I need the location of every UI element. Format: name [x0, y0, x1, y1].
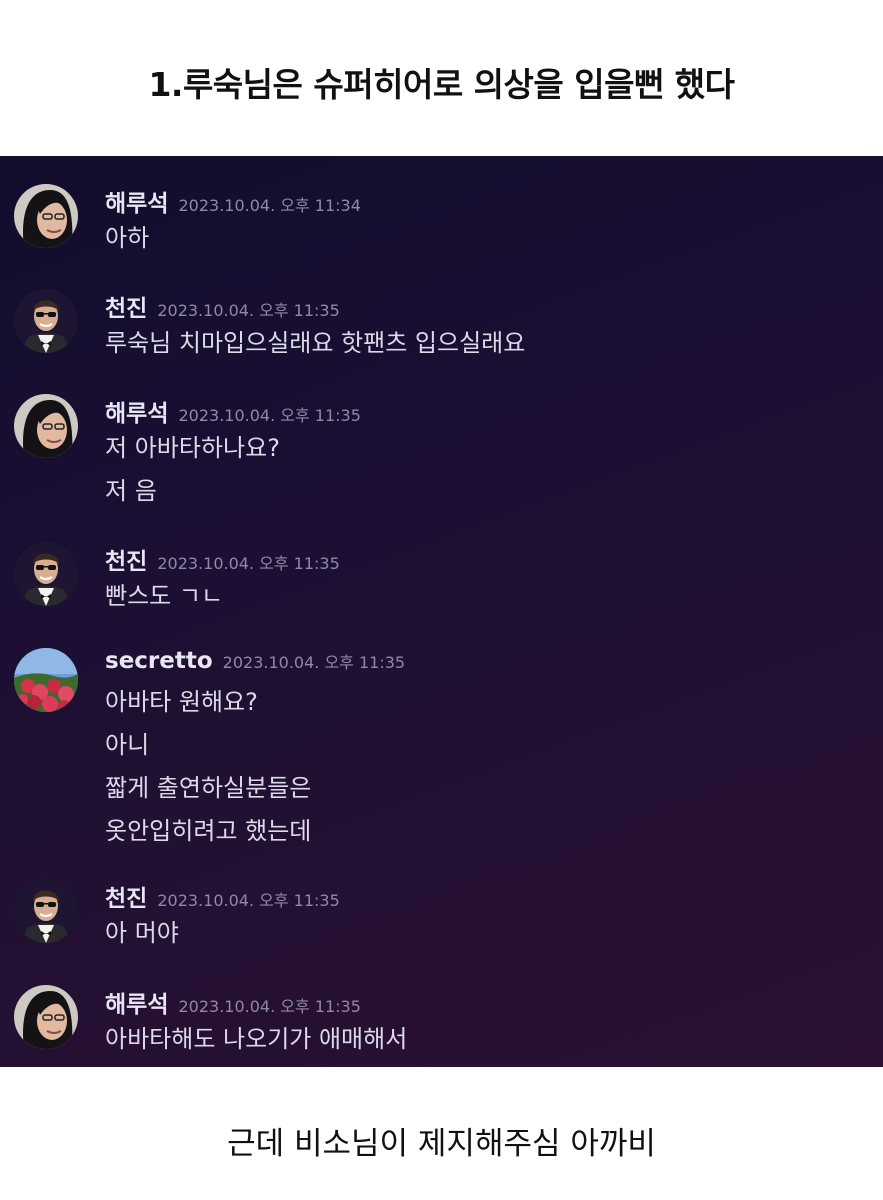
message-header: 천진 2023.10.04. 오후 11:35	[105, 879, 340, 913]
message-line: 저 음	[105, 477, 157, 505]
tuxedo-avatar[interactable]	[14, 542, 78, 606]
tuxedo-avatar[interactable]	[14, 879, 78, 943]
message-header: 천진 2023.10.04. 오후 11:35	[105, 289, 340, 323]
timestamp: 2023.10.04. 오후 11:35	[157, 301, 340, 320]
flower-avatar[interactable]	[14, 648, 78, 712]
message-header: 해루석 2023.10.04. 오후 11:34	[105, 184, 361, 218]
message-line: 빤스도 ㄱㄴ	[105, 582, 224, 610]
long-hair-avatar[interactable]	[14, 985, 78, 1049]
message-line: 아 머야	[105, 919, 179, 947]
chat-log[interactable]: 해루석 2023.10.04. 오후 11:34 아하 천진 2023.10.04.…	[0, 156, 883, 1067]
timestamp: 2023.10.04. 오후 11:34	[178, 196, 361, 215]
message-line: 저 아바타하나요?	[105, 434, 280, 462]
message-header: 해루석 2023.10.04. 오후 11:35	[105, 985, 361, 1019]
author-name[interactable]: secretto	[105, 648, 213, 674]
author-name[interactable]: 해루석	[105, 992, 168, 1018]
author-name[interactable]: 해루석	[105, 401, 168, 427]
author-name[interactable]: 천진	[105, 886, 147, 912]
message-line: 루숙님 치마입으실래요 핫팬츠 입으실래요	[105, 329, 526, 357]
timestamp: 2023.10.04. 오후 11:35	[178, 997, 361, 1016]
caption: 근데 비소님이 제지해주심 아까비	[227, 1126, 656, 1162]
timestamp: 2023.10.04. 오후 11:35	[178, 406, 361, 425]
message-line: 짧게 출연하실분들은	[105, 774, 312, 802]
message-line: 아바타 원해요?	[105, 688, 258, 716]
message-header: secretto 2023.10.04. 오후 11:35	[105, 648, 405, 674]
message-line: 옷안입히려고 했는데	[105, 817, 312, 845]
author-name[interactable]: 천진	[105, 296, 147, 322]
long-hair-avatar[interactable]	[14, 394, 78, 458]
author-name[interactable]: 해루석	[105, 191, 168, 217]
timestamp: 2023.10.04. 오후 11:35	[222, 653, 406, 672]
message-line: 아바타해도 나오기가 애매해서	[105, 1025, 408, 1053]
long-hair-avatar[interactable]	[14, 184, 78, 248]
timestamp: 2023.10.04. 오후 11:35	[157, 891, 340, 910]
author-name[interactable]: 천진	[105, 549, 147, 575]
page-heading: 1.루숙님은 슈퍼히어로 의상을 입을뻔 했다	[148, 65, 735, 104]
message-line: 아하	[105, 224, 150, 252]
timestamp: 2023.10.04. 오후 11:35	[157, 554, 340, 573]
message-header: 해루석 2023.10.04. 오후 11:35	[105, 394, 361, 428]
message-line: 아니	[105, 731, 150, 759]
message-header: 천진 2023.10.04. 오후 11:35	[105, 542, 340, 576]
tuxedo-avatar[interactable]	[14, 289, 78, 353]
